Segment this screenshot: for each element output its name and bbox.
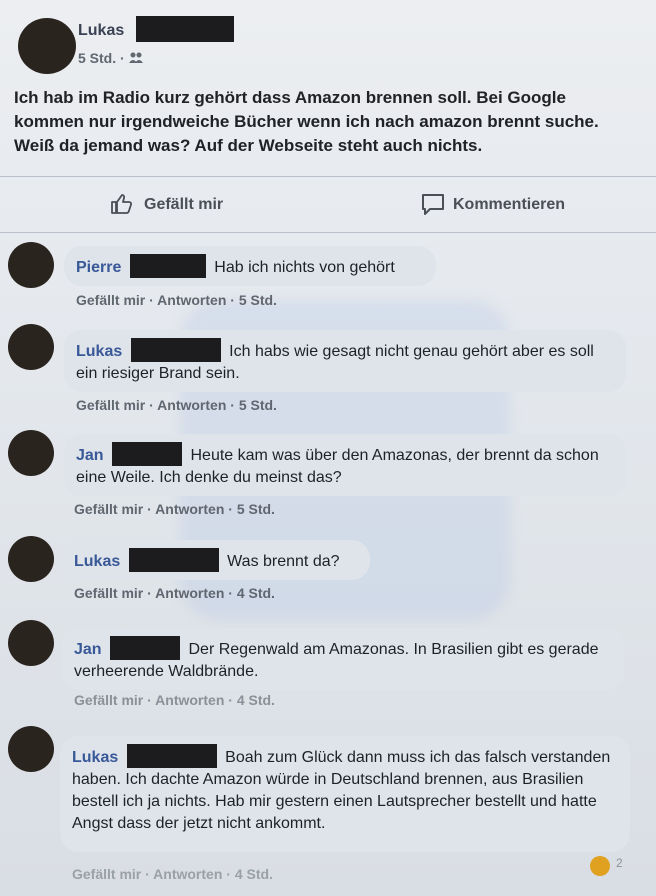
redacted-surname xyxy=(126,744,217,768)
comment-author[interactable]: Jan xyxy=(76,447,104,464)
comment-meta[interactable]: Gefällt mir · Antworten · 5 Std. xyxy=(76,397,277,413)
comment-bubble: Jan Heute kam was über den Amazonas, der… xyxy=(64,434,626,496)
screen: Lukas 5 Std. · Ich hab im Radio kurz geh… xyxy=(0,0,656,896)
post-author[interactable]: Lukas xyxy=(78,22,124,40)
redacted-surname xyxy=(129,254,206,278)
avatar[interactable] xyxy=(8,620,54,666)
reaction-count[interactable]: 2 xyxy=(616,856,623,870)
comment-bubble: Lukas Was brennt da? xyxy=(62,540,370,580)
redacted-surname xyxy=(128,548,219,572)
comment-label: Kommentieren xyxy=(453,196,566,213)
comment-meta[interactable]: Gefällt mir · Antworten · 4 Std. xyxy=(74,585,275,601)
comment-icon xyxy=(422,194,444,215)
comment-meta[interactable]: Gefällt mir · Antworten · 5 Std. xyxy=(76,292,277,308)
comment-meta[interactable]: Gefällt mir · Antworten · 4 Std. xyxy=(74,692,275,708)
avatar[interactable] xyxy=(8,242,54,288)
friends-icon xyxy=(128,52,143,63)
comment-author[interactable]: Lukas xyxy=(74,553,120,570)
redacted-surname xyxy=(130,338,221,362)
redacted-surname xyxy=(110,636,181,660)
comment-bubble: Lukas Boah zum Glück dann muss ich das f… xyxy=(60,736,630,852)
post-timestamp[interactable]: 5 Std. · xyxy=(78,50,125,66)
comment-text: Hab ich nichts von gehört xyxy=(214,259,395,276)
redacted-surname xyxy=(136,16,234,42)
comment-meta[interactable]: Gefällt mir · Antworten · 5 Std. xyxy=(74,501,275,517)
thumbs-up-icon xyxy=(111,194,133,214)
post-meta: 5 Std. · xyxy=(78,50,143,66)
redacted-surname xyxy=(112,442,183,466)
avatar[interactable] xyxy=(8,430,54,476)
comment-text: Was brennt da? xyxy=(227,553,340,570)
comment-bubble: Lukas Ich habs wie gesagt nicht genau ge… xyxy=(64,330,626,392)
avatar[interactable] xyxy=(8,726,54,772)
avatar[interactable] xyxy=(18,18,76,74)
comment-bubble: Jan Der Regenwald am Amazonas. In Brasil… xyxy=(62,628,624,690)
divider xyxy=(0,232,656,233)
divider xyxy=(0,176,656,177)
avatar[interactable] xyxy=(8,536,54,582)
comment-bubble: Pierre Hab ich nichts von gehört xyxy=(64,246,436,286)
comment-author[interactable]: Pierre xyxy=(76,259,121,276)
post-text: Ich hab im Radio kurz gehört dass Amazon… xyxy=(14,88,599,155)
comment-author[interactable]: Lukas xyxy=(76,343,122,360)
comment-meta[interactable]: Gefällt mir · Antworten · 4 Std. xyxy=(72,866,273,882)
like-label: Gefällt mir xyxy=(144,196,224,213)
comment-author[interactable]: Lukas xyxy=(72,749,118,766)
avatar[interactable] xyxy=(8,324,54,370)
reaction-icon[interactable] xyxy=(590,856,610,876)
comment-author[interactable]: Jan xyxy=(74,641,102,658)
